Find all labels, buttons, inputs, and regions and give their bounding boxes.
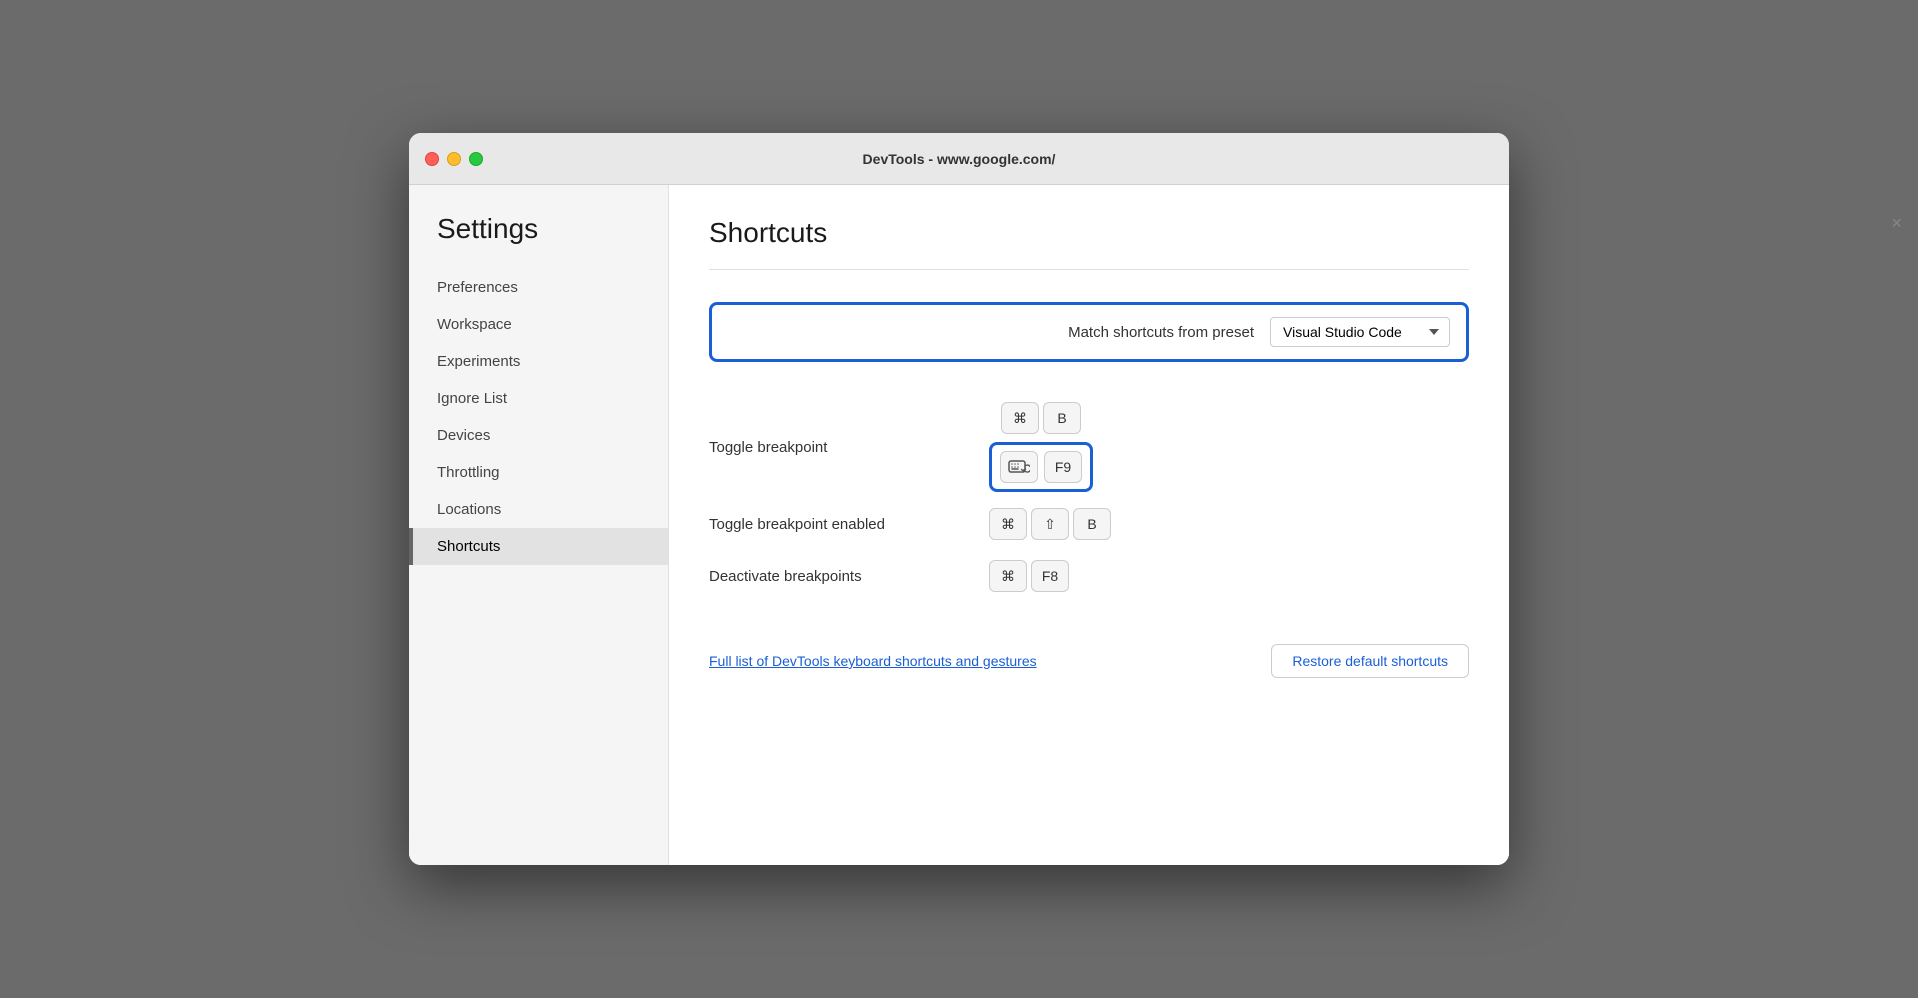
sidebar-item-throttling[interactable]: Throttling xyxy=(409,454,668,491)
key-b2: B xyxy=(1073,508,1111,540)
key-combo-cmd-shift-b: ⌘ ⇧ B xyxy=(989,508,1111,540)
sidebar-item-locations[interactable]: Locations xyxy=(409,491,668,528)
close-traffic-light[interactable] xyxy=(425,152,439,166)
sidebar-item-devices[interactable]: Devices xyxy=(409,417,668,454)
sidebar-item-workspace[interactable]: Workspace xyxy=(409,306,668,343)
preset-select[interactable]: Visual Studio Code DevTools (Default) xyxy=(1270,317,1450,347)
key-f8: F8 xyxy=(1031,560,1069,592)
sidebar-item-preferences[interactable]: Preferences xyxy=(409,269,668,306)
full-list-link[interactable]: Full list of DevTools keyboard shortcuts… xyxy=(709,653,1037,669)
shortcut-row-deactivate: Deactivate breakpoints ⌘ F8 xyxy=(709,560,1469,592)
key-b: B xyxy=(1043,402,1081,434)
titlebar: DevTools - www.google.com/ xyxy=(409,133,1509,185)
minimize-traffic-light[interactable] xyxy=(447,152,461,166)
shortcut-row-toggle-enabled: Toggle breakpoint enabled ⌘ ⇧ B xyxy=(709,508,1469,540)
main-content: × Shortcuts Match shortcuts from preset … xyxy=(669,185,1509,865)
restore-default-shortcuts-button[interactable]: Restore default shortcuts xyxy=(1271,644,1469,678)
page-title: Shortcuts xyxy=(709,217,1469,249)
shortcut-name-toggle-enabled: Toggle breakpoint enabled xyxy=(709,516,989,533)
shortcut-name-deactivate: Deactivate breakpoints xyxy=(709,568,989,585)
sidebar: Settings Preferences Workspace Experimen… xyxy=(409,185,669,865)
shortcut-keys-toggle-breakpoint: ⌘ B xyxy=(989,402,1093,492)
shortcut-name-toggle-breakpoint: Toggle breakpoint xyxy=(709,439,989,456)
window: DevTools - www.google.com/ Settings Pref… xyxy=(409,133,1509,865)
sidebar-item-experiments[interactable]: Experiments xyxy=(409,343,668,380)
sidebar-item-shortcuts[interactable]: Shortcuts xyxy=(409,528,668,565)
maximize-traffic-light[interactable] xyxy=(469,152,483,166)
key-shift: ⇧ xyxy=(1031,508,1069,540)
preset-row: Match shortcuts from preset Visual Studi… xyxy=(709,302,1469,362)
key-cmd3: ⌘ xyxy=(989,560,1027,592)
traffic-lights xyxy=(425,152,483,166)
key-combo-edit-f9[interactable]: F9 xyxy=(989,442,1093,492)
key-cmd: ⌘ xyxy=(1001,402,1039,434)
keyboard-shortcut-icon xyxy=(1000,451,1038,483)
divider xyxy=(709,269,1469,270)
key-cmd2: ⌘ xyxy=(989,508,1027,540)
sidebar-item-ignore-list[interactable]: Ignore List xyxy=(409,380,668,417)
sidebar-title: Settings xyxy=(409,213,668,269)
footer-row: Full list of DevTools keyboard shortcuts… xyxy=(709,624,1469,678)
content-area: Settings Preferences Workspace Experimen… xyxy=(409,185,1509,865)
preset-label: Match shortcuts from preset xyxy=(1068,324,1254,341)
key-f9: F9 xyxy=(1044,451,1082,483)
key-combo-cmd-b: ⌘ B xyxy=(1001,402,1081,434)
key-combo-cmd-f8: ⌘ F8 xyxy=(989,560,1069,592)
shortcut-row-toggle-breakpoint: Toggle breakpoint ⌘ B xyxy=(709,402,1469,492)
window-title: DevTools - www.google.com/ xyxy=(863,151,1056,167)
